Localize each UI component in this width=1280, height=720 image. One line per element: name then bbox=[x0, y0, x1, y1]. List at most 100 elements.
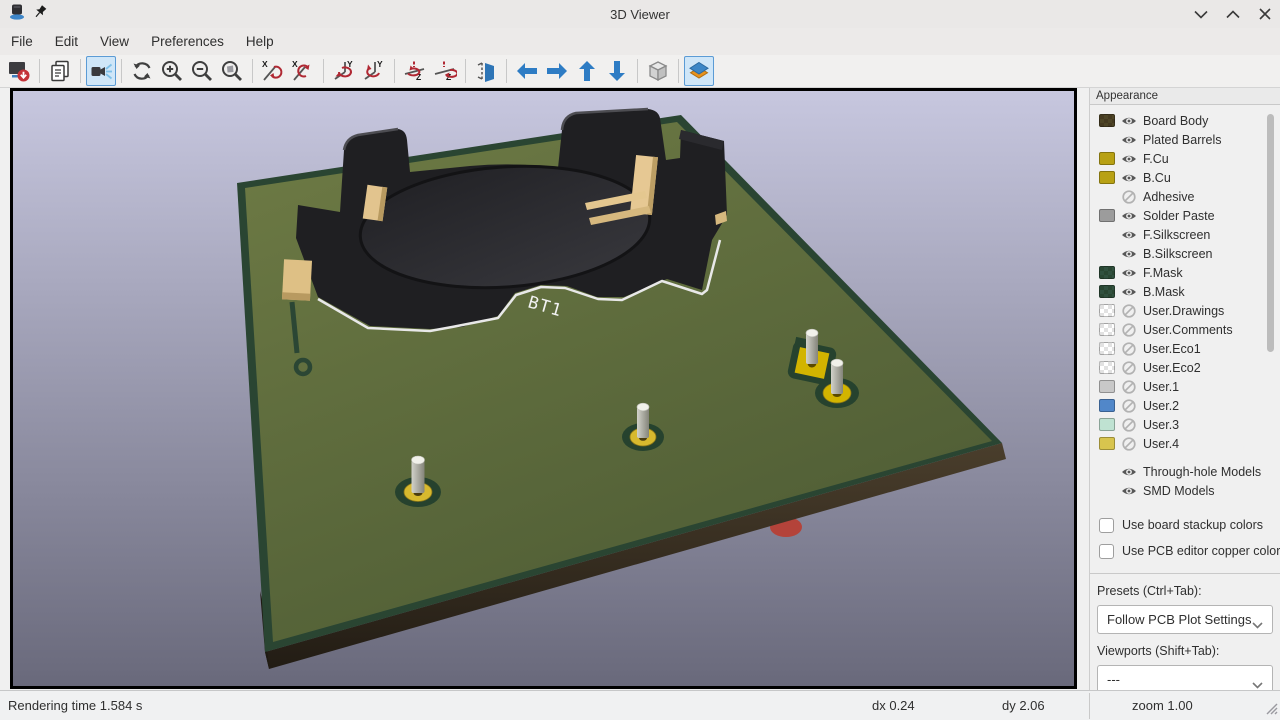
layer-row[interactable]: Solder Paste bbox=[1090, 206, 1280, 225]
layer-color-swatch[interactable] bbox=[1099, 171, 1115, 184]
copper-color-checkbox[interactable] bbox=[1099, 544, 1114, 559]
layer-color-swatch[interactable] bbox=[1099, 304, 1115, 317]
layer-label: User.Drawings bbox=[1143, 304, 1224, 318]
visibility-hidden-icon[interactable] bbox=[1121, 436, 1137, 452]
layer-color-swatch[interactable] bbox=[1099, 285, 1115, 298]
visibility-hidden-icon[interactable] bbox=[1121, 417, 1137, 433]
redraw-button[interactable] bbox=[127, 56, 157, 86]
layer-label: Board Body bbox=[1143, 114, 1208, 128]
visibility-eye-icon[interactable] bbox=[1121, 483, 1137, 499]
rotate-x-counterclockwise-button[interactable]: X bbox=[288, 56, 318, 86]
move-right-button[interactable] bbox=[542, 56, 572, 86]
layer-color-swatch[interactable] bbox=[1099, 418, 1115, 431]
visibility-eye-icon[interactable] bbox=[1121, 132, 1137, 148]
rotate-y-clockwise-button[interactable]: Y bbox=[329, 56, 359, 86]
visibility-eye-icon[interactable] bbox=[1121, 284, 1137, 300]
visibility-eye-icon[interactable] bbox=[1121, 265, 1137, 281]
visibility-eye-icon[interactable] bbox=[1121, 464, 1137, 480]
layer-label: User.2 bbox=[1143, 399, 1179, 413]
layer-color-swatch[interactable] bbox=[1099, 399, 1115, 412]
orthographic-projection-button[interactable] bbox=[643, 56, 673, 86]
move-down-button[interactable] bbox=[602, 56, 632, 86]
menu-preferences[interactable]: Preferences bbox=[140, 30, 235, 53]
visibility-hidden-icon[interactable] bbox=[1121, 322, 1137, 338]
flip-board-button[interactable] bbox=[471, 56, 501, 86]
layer-color-swatch[interactable] bbox=[1099, 114, 1115, 127]
copper-color-row[interactable]: Use PCB editor copper color bbox=[1090, 538, 1280, 564]
visibility-eye-icon[interactable] bbox=[1121, 170, 1137, 186]
toolbar-separator bbox=[80, 59, 81, 83]
layer-row[interactable]: B.Mask bbox=[1090, 282, 1280, 301]
rotate-y-counterclockwise-button[interactable]: Y bbox=[359, 56, 389, 86]
menu-file[interactable]: File bbox=[0, 30, 44, 53]
presets-dropdown[interactable]: Follow PCB Plot Settings bbox=[1097, 605, 1273, 634]
zoom-to-fit-button[interactable] bbox=[217, 56, 247, 86]
layer-color-swatch[interactable] bbox=[1099, 380, 1115, 393]
rendering-time-text: Rendering time 1.584 s bbox=[8, 698, 142, 713]
layer-color-swatch[interactable] bbox=[1099, 361, 1115, 374]
viewports-value: --- bbox=[1107, 672, 1120, 687]
toolbar-separator bbox=[39, 59, 40, 83]
appearance-layers-button[interactable] bbox=[684, 56, 714, 86]
layer-row[interactable]: Plated Barrels bbox=[1090, 130, 1280, 149]
move-left-button[interactable] bbox=[512, 56, 542, 86]
window-maximize-button[interactable] bbox=[1224, 5, 1242, 23]
menu-edit[interactable]: Edit bbox=[44, 30, 89, 53]
visibility-hidden-icon[interactable] bbox=[1121, 398, 1137, 414]
layer-color-swatch[interactable] bbox=[1099, 342, 1115, 355]
layer-color-swatch[interactable] bbox=[1099, 152, 1115, 165]
visibility-hidden-icon[interactable] bbox=[1121, 303, 1137, 319]
pin-icon[interactable] bbox=[32, 4, 48, 25]
layer-color-swatch[interactable] bbox=[1099, 209, 1115, 222]
layer-row[interactable]: F.Mask bbox=[1090, 263, 1280, 282]
layer-color-swatch[interactable] bbox=[1099, 437, 1115, 450]
visibility-hidden-icon[interactable] bbox=[1121, 379, 1137, 395]
resize-grip[interactable] bbox=[1264, 701, 1278, 718]
layer-row[interactable]: User.1 bbox=[1090, 377, 1280, 396]
visibility-eye-icon[interactable] bbox=[1121, 227, 1137, 243]
visibility-hidden-icon[interactable] bbox=[1121, 189, 1137, 205]
menu-help[interactable]: Help bbox=[235, 30, 285, 53]
zoom-out-button[interactable] bbox=[187, 56, 217, 86]
toolbar-separator bbox=[465, 59, 466, 83]
layer-row[interactable]: Board Body bbox=[1090, 111, 1280, 130]
layer-row[interactable]: Adhesive bbox=[1090, 187, 1280, 206]
layer-row[interactable]: User.3 bbox=[1090, 415, 1280, 434]
copy-image-button[interactable] bbox=[45, 56, 75, 86]
layer-row[interactable]: F.Cu bbox=[1090, 149, 1280, 168]
window-shade-button[interactable] bbox=[1192, 5, 1210, 23]
viewport-3d[interactable]: BT1 bbox=[10, 88, 1077, 689]
layer-row[interactable]: B.Silkscreen bbox=[1090, 244, 1280, 263]
layer-color-swatch[interactable] bbox=[1099, 266, 1115, 279]
rotate-z-counterclockwise-button[interactable]: Z bbox=[430, 56, 460, 86]
rotate-x-clockwise-button[interactable]: X bbox=[258, 56, 288, 86]
menu-view[interactable]: View bbox=[89, 30, 140, 53]
zoom-in-button[interactable] bbox=[157, 56, 187, 86]
viewports-dropdown[interactable]: --- bbox=[1097, 665, 1273, 690]
stackup-colors-row[interactable]: Use board stackup colors bbox=[1090, 512, 1280, 538]
visibility-eye-icon[interactable] bbox=[1121, 246, 1137, 262]
layer-row[interactable]: Through-hole Models bbox=[1090, 462, 1280, 481]
layer-row[interactable]: User.Comments bbox=[1090, 320, 1280, 339]
move-up-button[interactable] bbox=[572, 56, 602, 86]
stackup-colors-checkbox[interactable] bbox=[1099, 518, 1114, 533]
layer-row[interactable]: F.Silkscreen bbox=[1090, 225, 1280, 244]
layer-row[interactable]: User.Eco2 bbox=[1090, 358, 1280, 377]
visibility-hidden-icon[interactable] bbox=[1121, 360, 1137, 376]
rotate-z-clockwise-button[interactable]: Z bbox=[400, 56, 430, 86]
layer-row[interactable]: B.Cu bbox=[1090, 168, 1280, 187]
visibility-hidden-icon[interactable] bbox=[1121, 341, 1137, 357]
panel-scrollbar[interactable] bbox=[1267, 114, 1274, 352]
visibility-eye-icon[interactable] bbox=[1121, 113, 1137, 129]
layer-row[interactable]: User.4 bbox=[1090, 434, 1280, 453]
export-image-button[interactable] bbox=[4, 56, 34, 86]
layer-row[interactable]: User.Eco1 bbox=[1090, 339, 1280, 358]
layer-row[interactable]: User.Drawings bbox=[1090, 301, 1280, 320]
layer-color-swatch[interactable] bbox=[1099, 323, 1115, 336]
render-current-view-button[interactable] bbox=[86, 56, 116, 86]
layer-row[interactable]: User.2 bbox=[1090, 396, 1280, 415]
window-close-button[interactable] bbox=[1256, 5, 1274, 23]
visibility-eye-icon[interactable] bbox=[1121, 151, 1137, 167]
visibility-eye-icon[interactable] bbox=[1121, 208, 1137, 224]
layer-row[interactable]: SMD Models bbox=[1090, 481, 1280, 500]
